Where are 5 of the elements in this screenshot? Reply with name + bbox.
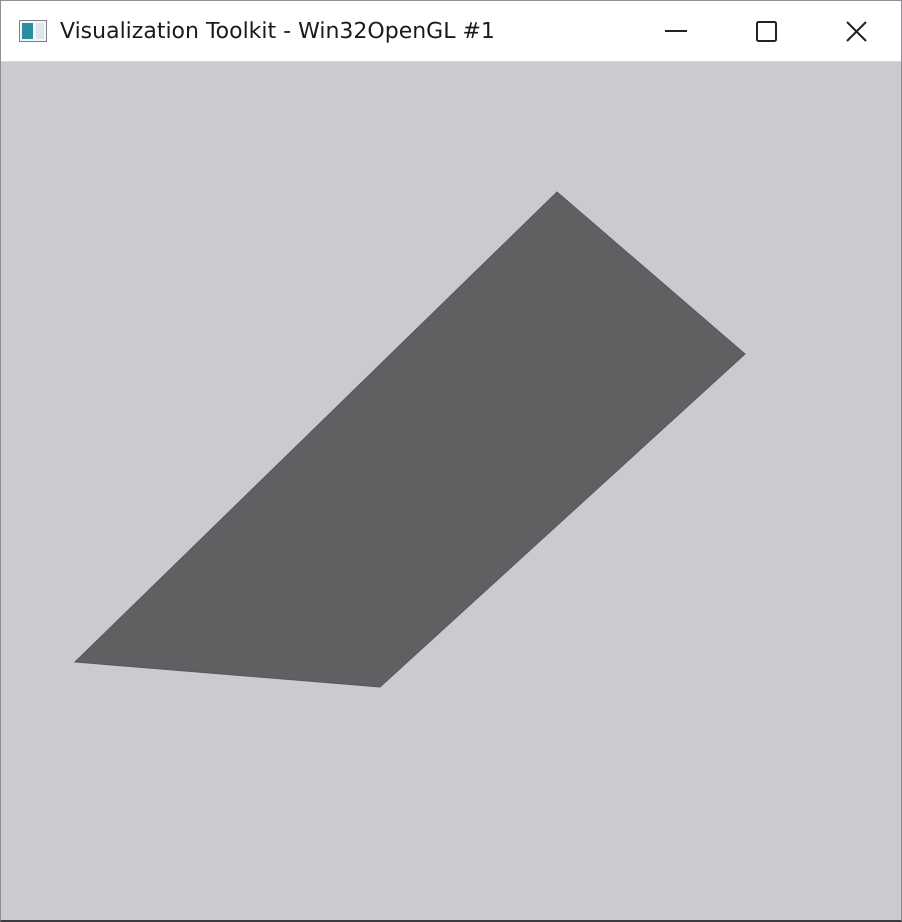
app-icon (19, 20, 47, 42)
window-title: Visualization Toolkit - Win32OpenGL #1 (60, 18, 495, 44)
minimize-icon (665, 30, 687, 32)
close-icon (846, 20, 866, 42)
maximize-icon (756, 20, 776, 42)
